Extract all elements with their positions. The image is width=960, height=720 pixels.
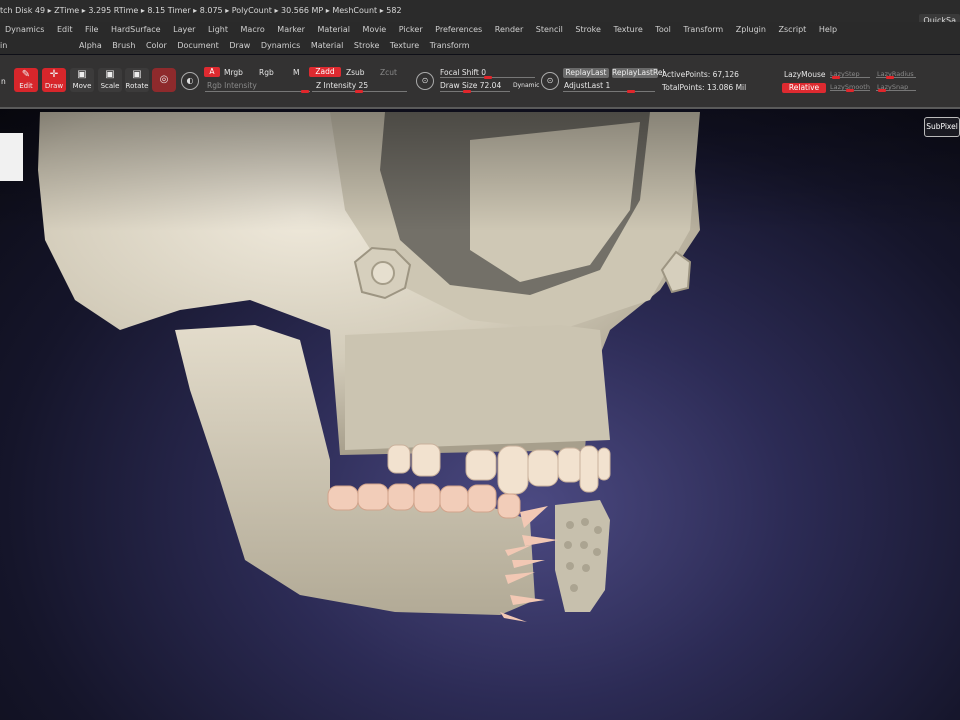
draw-size-knob[interactable] xyxy=(463,90,471,93)
palette-texture[interactable]: Texture xyxy=(390,38,419,54)
canvas-viewport[interactable] xyxy=(0,109,960,720)
subpixel-button[interactable]: SubPixel xyxy=(924,117,960,137)
lazy-step-knob[interactable] xyxy=(832,76,840,79)
lazy-mouse-toggle[interactable]: LazyMouse xyxy=(784,70,825,79)
menu-marker[interactable]: Marker xyxy=(277,22,305,38)
zbrush-window: tch Disk 49 ▸ ZTime ▸ 3.295 RTime ▸ 8.15… xyxy=(0,0,960,720)
skull-model[interactable] xyxy=(0,109,960,720)
brush-icon: ◎ xyxy=(159,74,169,85)
focal-icon[interactable]: ⊙ xyxy=(416,72,434,90)
move-icon: ▣ xyxy=(77,69,87,80)
palette-brush[interactable]: Brush xyxy=(112,38,135,54)
top-shelf: n ✎ Edit ✛ Draw ▣ Move ▣ Scale ▣ Rotate … xyxy=(0,55,960,109)
status-text: tch Disk 49 ▸ ZTime ▸ 3.295 RTime ▸ 8.15… xyxy=(0,6,402,15)
replay-icon[interactable]: ⊙ xyxy=(541,72,559,90)
rotate-button[interactable]: ▣ Rotate xyxy=(125,68,149,92)
menu-tool[interactable]: Tool xyxy=(655,22,671,38)
rgb-intensity-slider[interactable]: Rgb Intensity xyxy=(207,81,257,90)
scale-icon: ▣ xyxy=(105,69,115,80)
edit-button[interactable]: ✎ Edit xyxy=(14,68,38,92)
lazy-radius-track xyxy=(876,77,916,78)
edit-icon: ✎ xyxy=(21,69,31,80)
zcut-toggle[interactable]: Zcut xyxy=(380,68,397,77)
palette-draw[interactable]: Draw xyxy=(229,38,250,54)
palette-material[interactable]: Material xyxy=(311,38,344,54)
menu-zplugin[interactable]: Zplugin xyxy=(736,22,766,38)
replay-last-button[interactable]: ReplayLast xyxy=(563,68,609,78)
rotate-icon: ▣ xyxy=(132,69,142,80)
draw-icon: ✛ xyxy=(49,69,59,80)
active-points-readout: ActivePoints: 67,126 xyxy=(662,70,739,79)
focal-shift-knob[interactable] xyxy=(484,76,492,79)
menu-material[interactable]: Material xyxy=(318,22,351,38)
relative-button[interactable]: Relative xyxy=(782,83,826,93)
adjust-last-track xyxy=(563,91,655,92)
edit-label: Edit xyxy=(19,82,33,90)
menu-layer[interactable]: Layer xyxy=(173,22,195,38)
move-label: Move xyxy=(72,82,92,90)
palette-alpha[interactable]: Alpha xyxy=(79,38,102,54)
focal-shift-slider[interactable]: Focal Shift 0 xyxy=(440,68,486,77)
menu-file[interactable]: File xyxy=(85,22,98,38)
menu-preferences[interactable]: Preferences xyxy=(435,22,482,38)
menu-hardsurface[interactable]: HardSurface xyxy=(111,22,161,38)
menu-picker[interactable]: Picker xyxy=(399,22,423,38)
palette-stroke[interactable]: Stroke xyxy=(354,38,380,54)
mrgb-toggle[interactable]: Mrgb xyxy=(224,68,243,77)
palette-document[interactable]: Document xyxy=(177,38,218,54)
m-toggle[interactable]: M xyxy=(293,68,299,77)
total-points-readout: TotalPoints: 13.086 Mil xyxy=(662,83,747,92)
draw-size-track xyxy=(440,91,510,92)
menu-movie[interactable]: Movie xyxy=(363,22,387,38)
menu-light[interactable]: Light xyxy=(208,22,228,38)
a-button[interactable]: A xyxy=(204,67,220,77)
menu-stroke[interactable]: Stroke xyxy=(575,22,601,38)
rgb-intensity-knob[interactable] xyxy=(301,90,309,93)
menu-stencil[interactable]: Stencil xyxy=(536,22,563,38)
z-intensity-slider[interactable]: Z Intensity 25 xyxy=(316,81,368,90)
lazy-radius-knob[interactable] xyxy=(886,76,894,79)
adjust-last-knob[interactable] xyxy=(627,90,635,93)
dynamic-toggle[interactable]: Dynamic xyxy=(513,82,539,89)
menu-texture[interactable]: Texture xyxy=(613,22,642,38)
brush-preview-button[interactable]: ◎ xyxy=(152,68,176,92)
menu-macro[interactable]: Macro xyxy=(241,22,265,38)
rotate-label: Rotate xyxy=(125,82,149,90)
lazy-smooth-knob[interactable] xyxy=(846,89,854,92)
left-tray-panel[interactable] xyxy=(0,133,23,181)
palette-dynamics[interactable]: Dynamics xyxy=(261,38,300,54)
menu-edit[interactable]: Edit xyxy=(57,22,73,38)
main-menu-bar: Dynamics Edit File HardSurface Layer Lig… xyxy=(0,22,960,38)
material-sphere-icon[interactable]: ◐ xyxy=(181,72,199,90)
z-intensity-knob[interactable] xyxy=(355,90,363,93)
menu-zscript[interactable]: Zscript xyxy=(779,22,807,38)
draw-button[interactable]: ✛ Draw xyxy=(42,68,66,92)
scale-button[interactable]: ▣ Scale xyxy=(98,68,122,92)
scale-label: Scale xyxy=(100,82,120,90)
zadd-button[interactable]: Zadd xyxy=(309,67,341,77)
menu-transform[interactable]: Transform xyxy=(683,22,723,38)
zsub-toggle[interactable]: Zsub xyxy=(346,68,365,77)
palette-transform[interactable]: Transform xyxy=(430,38,470,54)
lazy-snap-knob[interactable] xyxy=(878,89,886,92)
menu-dynamics[interactable]: Dynamics xyxy=(5,22,44,38)
rgb-intensity-track xyxy=(205,91,310,92)
rgb-toggle[interactable]: Rgb xyxy=(259,68,274,77)
menu-render[interactable]: Render xyxy=(495,22,523,38)
menu-help[interactable]: Help xyxy=(819,22,837,38)
palette-left-label: in xyxy=(0,41,8,50)
adjust-last-slider[interactable]: AdjustLast 1 xyxy=(564,81,610,90)
palette-color[interactable]: Color xyxy=(146,38,167,54)
move-button[interactable]: ▣ Move xyxy=(70,68,94,92)
palette-menu-bar: in Alpha Brush Color Document Draw Dynam… xyxy=(0,38,960,54)
draw-label: Draw xyxy=(44,82,64,90)
draw-size-slider[interactable]: Draw Size 72.04 xyxy=(440,81,501,90)
status-bar: tch Disk 49 ▸ ZTime ▸ 3.295 RTime ▸ 8.15… xyxy=(0,0,960,22)
replay-last-rel-button[interactable]: ReplayLastRel xyxy=(612,68,665,78)
shelf-left-label: n xyxy=(1,77,6,86)
